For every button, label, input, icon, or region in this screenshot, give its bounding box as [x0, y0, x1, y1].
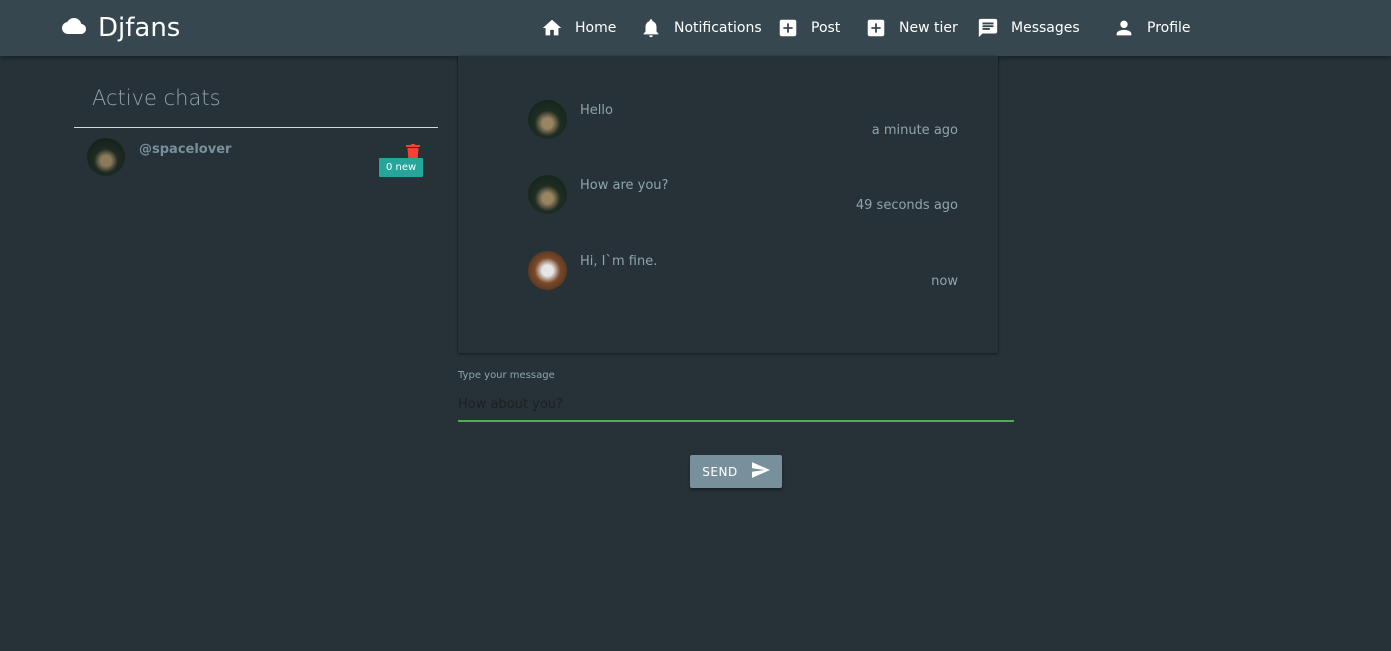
chat-list-item[interactable]: @spacelover 0 new: [74, 128, 438, 190]
nav-new-tier[interactable]: New tier: [865, 0, 958, 56]
nav-messages-label: Messages: [1011, 20, 1080, 36]
message-text: Hi, I`m fine.: [580, 254, 658, 269]
message-item: Hi, I`m fine. now: [458, 251, 998, 301]
new-messages-badge: 0 new: [379, 158, 424, 177]
add-box-icon: [777, 17, 799, 39]
bell-icon: [640, 17, 662, 39]
avatar: [528, 100, 567, 139]
message-time: now: [931, 274, 958, 289]
nav-notifications-label: Notifications: [674, 20, 762, 36]
message-item: How are you? 49 seconds ago: [458, 175, 998, 225]
avatar: [528, 175, 567, 214]
message-time: a minute ago: [871, 123, 958, 138]
nav-profile[interactable]: Profile: [1113, 0, 1191, 56]
message-time: 49 seconds ago: [855, 198, 958, 213]
add-box-icon: [865, 17, 887, 39]
nav-home-label: Home: [575, 20, 617, 36]
top-navbar: Djfans Home Notifications Post New tier …: [0, 0, 1391, 56]
cloud-icon: [62, 14, 86, 42]
brand-link[interactable]: Djfans: [62, 10, 180, 46]
home-icon: [541, 17, 563, 39]
send-button[interactable]: SEND: [690, 455, 782, 488]
avatar: [528, 251, 567, 290]
message-item: Hello a minute ago: [458, 100, 998, 150]
nav-new-tier-label: New tier: [899, 20, 958, 36]
active-chats-title: Active chats: [92, 86, 221, 110]
messages-card: Hello a minute ago How are you? 49 secon…: [458, 56, 998, 353]
nav-post[interactable]: Post: [777, 0, 840, 56]
person-icon: [1113, 17, 1135, 39]
send-icon: [751, 462, 770, 481]
brand-name: Djfans: [98, 13, 181, 43]
message-input-label: Type your message: [458, 370, 555, 381]
nav-messages[interactable]: Messages: [977, 0, 1080, 56]
nav-profile-label: Profile: [1147, 20, 1191, 36]
nav-notifications[interactable]: Notifications: [640, 0, 762, 56]
send-label: SEND: [702, 464, 738, 479]
avatar: [87, 138, 125, 176]
chat-username: @spacelover: [139, 142, 232, 157]
message-input[interactable]: [458, 388, 1014, 422]
message-text: How are you?: [580, 178, 669, 193]
nav-home[interactable]: Home: [541, 0, 616, 56]
message-text: Hello: [580, 103, 613, 118]
nav-post-label: Post: [811, 20, 841, 36]
message-icon: [977, 17, 999, 39]
